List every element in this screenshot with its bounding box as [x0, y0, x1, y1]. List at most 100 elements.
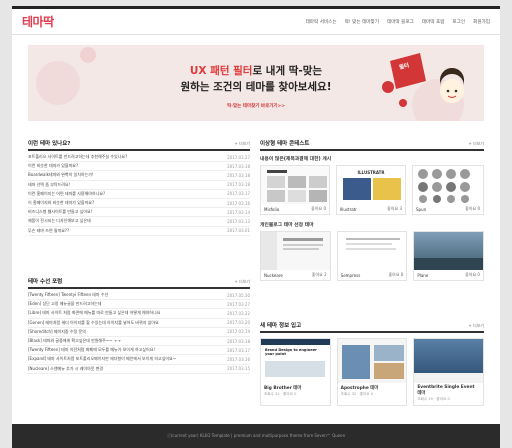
new-theme-card[interactable]: Apostrophe 테마 조회수 32 · 좋아요 0	[336, 338, 408, 406]
section-title: 테마 수선 포럼	[28, 279, 63, 285]
list-item[interactable]: 포트폴리오 사이트를 만드려고하는데 추천해주실 수있나요? 2017.03.27	[28, 153, 250, 163]
post-title[interactable]: [Eden] 상단 고정 메뉴글을 만드려고하는데	[28, 301, 223, 307]
list-item[interactable]: 제품이 전시되는 디자인해보고 싶은데 2017.03.13	[28, 217, 250, 227]
list-item[interactable]: [Gonen] 테마처럼 헤더 아이지를 할 수있는데 아이지를 넣어도 바뀌지…	[28, 319, 250, 328]
post-date: 2017.03.18	[227, 338, 250, 344]
more-link[interactable]: + 더보기	[234, 141, 250, 147]
list-item[interactable]: [Blask] 테마와 글중에게 확고싶은데 만원해주~~ ㅜㅜ 2017.03.…	[28, 337, 250, 347]
post-title[interactable]: 이 홈페이지와 비슷한 테마가 있을까요?	[28, 200, 223, 206]
post-date: 2017.03.16	[227, 356, 250, 362]
new-theme-card[interactable]: Eventbrite Single Event 테마 조회수 19 · 좋아요 …	[413, 338, 484, 406]
theme-card[interactable]: Spun 좋아요 0	[412, 165, 484, 215]
list-item[interactable]: [Libre] 테마 사이트 처럼 화면에 메뉴를 따로 만들고 싶은데 어떻게…	[28, 309, 250, 319]
theme-meta: 조회수 32 · 좋아요 0	[264, 392, 297, 396]
list-item[interactable]: [Twenty Fifteen] 테마 이전처럼 화폐에 모두를 메뉴가 보이게…	[28, 346, 250, 356]
post-title[interactable]: 제품이 전시되는 디자인해보고 싶은데	[28, 218, 223, 224]
site-footer: ⓒ(current year) KLEO Template | premium …	[12, 424, 500, 448]
section-title: 이런 테마 있나요?	[28, 141, 71, 147]
theme-card[interactable]: Nuckeare 좋아요 2	[260, 231, 331, 281]
thumbnail-title: ILLUSTRATR	[357, 170, 385, 175]
banner-cta-link[interactable]: 딱-맞는 테마찾기 바로가기>>	[28, 103, 484, 109]
theme-card[interactable]: Plane 좋아요 0	[413, 231, 484, 281]
faq-section: 이런 테마 있나요? + 더보기 포트폴리오 사이트를 만드려고하는데 추천해주실…	[28, 139, 250, 236]
like-count[interactable]: 좋아요 0	[465, 206, 480, 212]
theme-name: Sempress	[340, 272, 361, 278]
post-title[interactable]: 비즈니스형 웹사이트를 만들고 싶어요!	[28, 209, 223, 215]
like-count[interactable]: 좋아요 2	[312, 272, 327, 278]
list-item[interactable]: 비즈니스형 웹사이트를 만들고 싶어요! 2017.03.14	[28, 208, 250, 218]
list-item[interactable]: [Eden] 상단 고정 메뉴글을 만드려고하는데 2017.03.27	[28, 300, 250, 310]
theme-meta: 조회수 19 · 좋아요 0	[417, 397, 450, 401]
list-item[interactable]: [Expand] 테마 사이트처럼 포트폴리오페이지만 헤더형이 메인에서 보이…	[28, 355, 250, 365]
theme-thumbnail: Brand Design to engineer your point	[261, 339, 330, 383]
nav-signup[interactable]: 회원가입	[473, 19, 490, 25]
theme-thumbnail	[414, 339, 483, 383]
theme-card[interactable]: Misfolio 좋아요 0	[260, 165, 330, 215]
list-item[interactable]: 이런 비슷한 테마가 있을까요? 2017.03.18	[28, 162, 250, 172]
nav-service[interactable]: 테마딱 서비스는	[306, 19, 337, 25]
main-nav: 테마딱 서비스는 딱! 맞는 테마찾기 테마딱 블로그 테마딱 포럼 로그인 회…	[306, 19, 490, 25]
post-title[interactable]: [Nucleare] 스앤메뉴 추가 시 레이아웃 변경	[28, 366, 223, 372]
post-title[interactable]: [Libre] 테마 사이트 처럼 화면에 메뉴를 따로 만들고 싶은데 어떻게…	[28, 310, 223, 316]
like-count[interactable]: 좋아요 3	[387, 206, 402, 212]
post-title[interactable]: [Twenty Fifteen] Twentyi Fifteen 테마 수선	[28, 292, 223, 298]
post-title[interactable]: [Shoreditch] 페이지중 수정 문의	[28, 329, 223, 335]
new-theme-card[interactable]: Brand Design to engineer your point Big …	[260, 338, 331, 406]
nav-login[interactable]: 로그인	[452, 19, 465, 25]
post-title[interactable]: 이런 홈페이지는 어떤 테마를 사용해야하나요?	[28, 191, 223, 197]
site-header: 테마딱 테마딱 서비스는 딱! 맞는 테마찾기 테마딱 블로그 테마딱 포럼 로…	[12, 9, 500, 35]
list-item[interactable]: 무슨 테마 쓰면 될까요?? 2017.03.01	[28, 227, 250, 236]
list-item[interactable]: 이런 홈페이지는 어떤 테마를 사용해야하나요? 2017.03.17	[28, 190, 250, 199]
theme-name: Eventbrite Single Event 테마	[417, 385, 475, 396]
theme-name: Misfolio	[264, 206, 280, 212]
post-title[interactable]: [Twenty Fifteen] 테마 이전처럼 화폐에 모두를 메뉴가 보이게…	[28, 347, 223, 353]
like-count[interactable]: 좋아요 0	[388, 272, 403, 278]
list-item[interactable]: [Nucleare] 스앤메뉴 추가 시 레이아웃 변경 2017.03.15	[28, 365, 250, 374]
post-date: 2017.03.15	[227, 366, 250, 372]
theme-name: Plane	[417, 272, 429, 278]
more-link[interactable]: + 더보기	[468, 141, 484, 147]
theme-card[interactable]: Sempress 좋아요 0	[336, 231, 408, 281]
post-title[interactable]: 테마 선택 좀 부탁드려요!	[28, 182, 223, 188]
post-title[interactable]: [Gonen] 테마처럼 헤더 아이지를 할 수있는데 아이지를 넣어도 바뀌지…	[28, 320, 223, 326]
banner-headline-rest: 로 내게 딱-맞는	[252, 65, 323, 77]
list-item[interactable]: [Shoreditch] 페이지중 수정 문의 2017.03.19	[28, 328, 250, 337]
contest-section: 이상형 테마 콘테스트 + 더보기 내용이 많은(제목과결해 대한) 게시 Mis…	[260, 139, 484, 281]
theme-thumbnail	[414, 232, 483, 270]
banner-headline-accent: UX 패턴 필터	[189, 65, 253, 77]
banner-headline: UX 패턴 필터로 내게 딱-맞는	[28, 63, 484, 78]
more-link[interactable]: + 더보기	[468, 323, 484, 329]
theme-name: Big Brother 테마	[264, 386, 302, 391]
list-item[interactable]: 이 홈페이지와 비슷한 테마가 있을까요? 2017.03.16	[28, 199, 250, 209]
post-title[interactable]: [Expand] 테마 사이트처럼 포트폴리오페이지만 헤더형이 메인에서 보이…	[28, 356, 223, 362]
list-item[interactable]: 테마 선택 좀 부탁드려요! 2017.03.18	[28, 181, 250, 190]
post-date: 2017.03.18	[227, 163, 250, 169]
post-date: 2017.03.20	[227, 320, 250, 326]
nav-forum[interactable]: 테마딱 포럼	[422, 19, 445, 25]
list-item[interactable]: Boardwalk테마와 완벽히 일치하는가! 2017.03.18	[28, 171, 250, 181]
post-title[interactable]: 이런 비슷한 테마가 있을까요?	[28, 163, 223, 169]
more-link[interactable]: + 더보기	[234, 279, 250, 285]
site-logo[interactable]: 테마딱	[22, 13, 54, 30]
nav-blog[interactable]: 테마딱 블로그	[387, 19, 414, 25]
hero-banner[interactable]: 필터 UX 패턴 필터로 내게 딱-맞는 원하는 조건의 테마를 찾아보세요! …	[28, 45, 484, 121]
banner-subheadline: 원하는 조건의 테마를 찾아보세요!	[180, 81, 332, 93]
nav-find-theme[interactable]: 딱! 맞는 테마찾기	[345, 19, 379, 25]
contest-group-title: 내용이 많은(제목과결해 대한) 게시	[260, 157, 332, 162]
post-title[interactable]: 포트폴리오 사이트를 만드려고하는데 추천해주실 수있나요?	[28, 154, 223, 160]
new-themes-section: 새 테마 정보 입고 + 더보기 Brand Design to engineer…	[260, 321, 484, 406]
theme-card[interactable]: ILLUSTRATR Illustratr 좋아요 3	[336, 165, 406, 215]
post-date: 2017.03.16	[227, 200, 250, 206]
like-count[interactable]: 좋아요 0	[311, 206, 326, 212]
theme-name: Illustratr	[340, 206, 357, 212]
post-title[interactable]: 무슨 테마 쓰면 될까요??	[28, 228, 223, 234]
post-title[interactable]: Boardwalk테마와 완벽히 일치하는가!	[28, 172, 223, 178]
section-title: 이상형 테마 콘테스트	[260, 141, 310, 147]
theme-meta: 조회수 32 · 좋아요 0	[340, 392, 374, 396]
list-item[interactable]: [Twenty Fifteen] Twentyi Fifteen 테마 수선 20…	[28, 291, 250, 301]
theme-thumbnail	[337, 232, 407, 270]
like-count[interactable]: 좋아요 0	[465, 272, 480, 278]
section-title: 새 테마 정보 입고	[260, 323, 302, 329]
post-title[interactable]: [Blask] 테마와 글중에게 확고싶은데 만원해주~~ ㅜㅜ	[28, 338, 223, 344]
theme-name: Spun	[416, 206, 427, 212]
